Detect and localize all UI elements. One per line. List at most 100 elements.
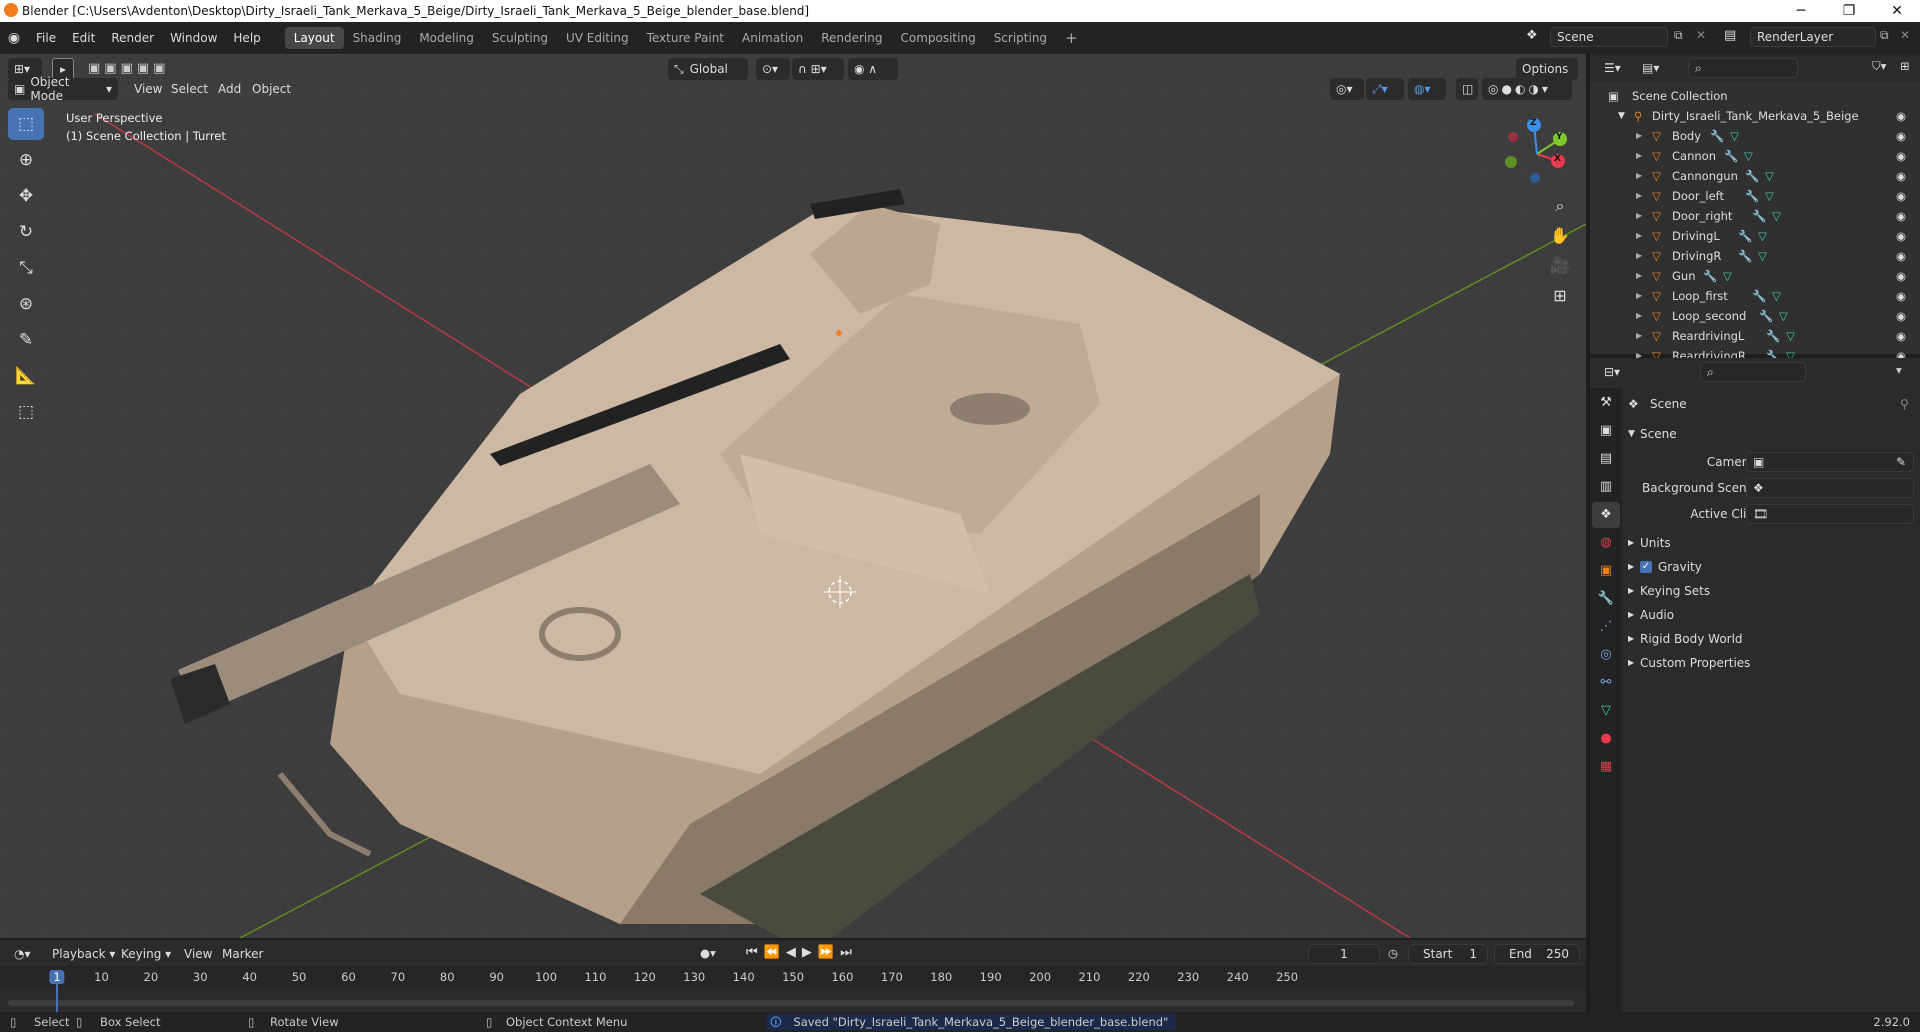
shading-mode-buttons[interactable]: ◎●◐◑▾ — [1482, 78, 1572, 100]
outliner-editor-type-button[interactable]: ☰▾ — [1598, 57, 1628, 79]
scene-panel-header[interactable]: ▼ Scene — [1622, 423, 1920, 445]
mesh-data-icon[interactable]: ▽ — [1744, 146, 1753, 166]
tab-compositing[interactable]: Compositing — [891, 27, 984, 49]
property-section[interactable]: ▶ Keying Sets — [1622, 580, 1920, 602]
object-tab-icon[interactable]: ▣ — [1592, 558, 1620, 584]
timeline-menu-keying[interactable]: Keying ▾ — [113, 943, 179, 965]
camera-field[interactable]: ▣ — [1746, 452, 1914, 472]
measure-tool-icon[interactable]: 📐 — [8, 360, 44, 392]
new-scene-icon[interactable]: ⧉ — [1674, 28, 1683, 43]
modifier-icon[interactable]: 🔧 — [1759, 306, 1773, 326]
data-tab-icon[interactable]: ▽ — [1592, 698, 1620, 724]
outliner-item[interactable]: ▶ ▽ Body 🔧 ▽ ◉ — [1590, 126, 1920, 146]
proportional-edit-button[interactable]: ◉ ∧ — [848, 58, 898, 80]
mesh-data-icon[interactable]: ▽ — [1765, 186, 1774, 206]
expand-arrow-icon[interactable]: ▶ — [1636, 206, 1642, 226]
expand-arrow-icon[interactable]: ▶ — [1636, 226, 1642, 246]
eye-icon[interactable]: ◉ — [1896, 266, 1906, 286]
scale-tool-icon[interactable]: ⤡ — [8, 252, 44, 284]
expand-arrow-icon[interactable]: ▶ — [1636, 266, 1642, 286]
modifier-icon[interactable]: 🔧 — [1745, 166, 1759, 186]
expand-arrow-icon[interactable]: ▶ — [1636, 306, 1642, 326]
render-tab-icon[interactable]: ▣ — [1592, 418, 1620, 444]
eye-icon[interactable]: ◉ — [1896, 246, 1906, 266]
eye-icon[interactable]: ◉ — [1896, 126, 1906, 146]
modifier-icon[interactable]: 🔧 — [1738, 226, 1752, 246]
tab-texture-paint[interactable]: Texture Paint — [638, 27, 733, 49]
eye-icon[interactable]: ◉ — [1896, 106, 1906, 126]
xray-button[interactable]: ◫ — [1456, 78, 1478, 100]
outliner-collection-row[interactable]: ▼ ⚲ Dirty_Israeli_Tank_Merkava_5_Beige ◉ — [1590, 106, 1920, 126]
snap-button[interactable]: ∩ ⊞▾ — [792, 58, 844, 80]
close-button[interactable]: ✕ — [1874, 0, 1920, 22]
expand-arrow-icon[interactable]: ▶ — [1636, 186, 1642, 206]
expand-arrow-icon[interactable]: ▶ — [1636, 326, 1642, 346]
modifier-icon[interactable]: 🔧 — [1766, 326, 1780, 346]
outliner-item[interactable]: ▶ ▽ Cannon 🔧 ▽ ◉ — [1590, 146, 1920, 166]
scene-tab-icon[interactable]: ❖ — [1592, 502, 1620, 528]
filter-icon[interactable]: ⛉▾ — [1872, 59, 1886, 74]
timeline-menu-playback[interactable]: Playback ▾ — [44, 943, 123, 965]
pan-hand-icon[interactable]: ✋ — [1545, 222, 1575, 250]
mesh-data-icon[interactable]: ▽ — [1772, 286, 1781, 306]
physics-tab-icon[interactable]: ◎ — [1592, 642, 1620, 668]
outliner-item[interactable]: ▶ ▽ DrivingR 🔧 ▽ ◉ — [1590, 246, 1920, 266]
eye-icon[interactable]: ◉ — [1896, 306, 1906, 326]
modifier-icon[interactable]: 🔧 — [1738, 246, 1752, 266]
properties-editor-type-button[interactable]: ⊟▾ — [1598, 361, 1628, 383]
options-dropdown[interactable]: Options — [1516, 58, 1578, 80]
modifier-icon[interactable]: 🔧 — [1745, 186, 1759, 206]
tab-modeling[interactable]: Modeling — [410, 27, 483, 49]
mesh-data-icon[interactable]: ▽ — [1723, 266, 1732, 286]
overlay-toggle-button[interactable]: ◍▾ — [1408, 78, 1446, 100]
menu-file[interactable]: File — [28, 27, 64, 49]
tab-rendering[interactable]: Rendering — [812, 27, 891, 49]
mesh-data-icon[interactable]: ▽ — [1765, 166, 1774, 186]
outliner-item[interactable]: ▶ ▽ ReardrivingL 🔧 ▽ ◉ — [1590, 326, 1920, 346]
output-tab-icon[interactable]: ▤ — [1592, 446, 1620, 472]
eye-icon[interactable]: ◉ — [1896, 286, 1906, 306]
tab-shading[interactable]: Shading — [344, 27, 411, 49]
display-mode-button[interactable]: ▤▾ — [1636, 57, 1666, 79]
blender-menu-icon[interactable]: ◉ — [0, 30, 28, 46]
expand-arrow-icon[interactable]: ▶ — [1636, 146, 1642, 166]
view-layer-icon[interactable]: ▤ — [1724, 28, 1736, 43]
tab-scripting[interactable]: Scripting — [985, 27, 1056, 49]
property-section[interactable]: ▶ ✓ Gravity — [1622, 556, 1920, 578]
timeline-menu-marker[interactable]: Marker — [214, 943, 271, 965]
ortho-grid-icon[interactable]: ⊞ — [1545, 282, 1575, 310]
modifier-icon[interactable]: 🔧 — [1724, 146, 1738, 166]
expand-arrow-icon[interactable]: ▼ — [1618, 106, 1625, 126]
menu-edit[interactable]: Edit — [64, 27, 103, 49]
tab-layout[interactable]: Layout — [284, 27, 344, 49]
properties-search-field[interactable]: ⌕ — [1700, 362, 1806, 382]
outliner-item[interactable]: ▶ ▽ Gun 🔧 ▽ ◉ — [1590, 266, 1920, 286]
modifier-icon[interactable]: 🔧 — [1752, 206, 1766, 226]
tab-sculpting[interactable]: Sculpting — [483, 27, 557, 49]
view-layer-tab-icon[interactable]: ▥ — [1592, 474, 1620, 500]
transform-orientation[interactable]: ⤡ Global — [668, 58, 748, 80]
renderlayer-field[interactable]: RenderLayer — [1750, 27, 1876, 47]
add-cube-tool-icon[interactable]: ⬚ — [8, 396, 44, 428]
outliner-item[interactable]: ▶ ▽ Cannongun 🔧 ▽ ◉ — [1590, 166, 1920, 186]
playback-controls-icons[interactable]: ⏮⏪◀▶⏩⏭ — [746, 945, 858, 960]
constraints-tab-icon[interactable]: ⚯ — [1592, 670, 1620, 696]
property-section[interactable]: ▶ Units — [1622, 532, 1920, 554]
texture-tab-icon[interactable]: ▦ — [1592, 754, 1620, 780]
scene-selector-icon[interactable]: ❖ — [1526, 28, 1538, 43]
scene-field[interactable]: Scene — [1550, 27, 1668, 47]
minimize-button[interactable]: ─ — [1778, 0, 1824, 22]
clock-icon[interactable]: ◷ — [1388, 946, 1398, 960]
particles-tab-icon[interactable]: ⋰ — [1592, 614, 1620, 640]
tool-tab-icon[interactable]: ⚒ — [1592, 390, 1620, 416]
menu-window[interactable]: Window — [162, 27, 225, 49]
outliner-item[interactable]: ▶ ▽ Door_right 🔧 ▽ ◉ — [1590, 206, 1920, 226]
object-mode-dropdown[interactable]: ▣ Object Mode ▾ — [8, 75, 118, 103]
tab-uv-editing[interactable]: UV Editing — [557, 27, 638, 49]
add-workspace-button[interactable]: + — [1056, 27, 1087, 49]
new-collection-icon[interactable]: ⊞ — [1900, 59, 1910, 73]
material-tab-icon[interactable]: ● — [1592, 726, 1620, 752]
checkbox[interactable]: ✓ — [1640, 561, 1652, 573]
pin-icon[interactable]: ⚲ — [1900, 393, 1909, 415]
mesh-data-icon[interactable]: ▽ — [1786, 326, 1795, 346]
